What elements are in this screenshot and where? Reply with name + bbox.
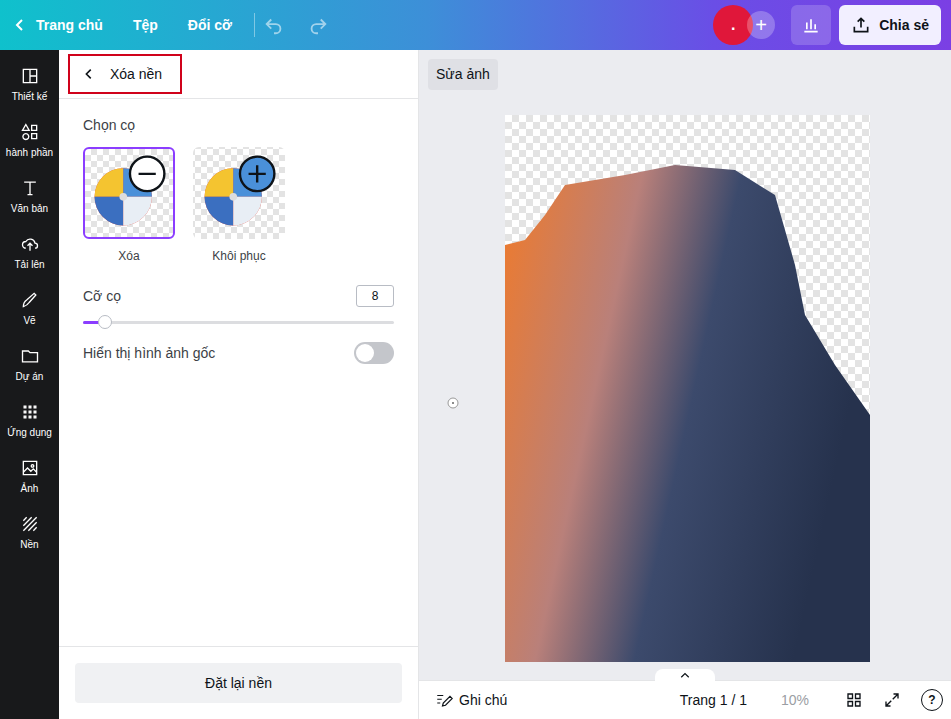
cutout-photo: [505, 115, 870, 662]
brush-size-slider[interactable]: [83, 315, 394, 330]
reset-background-button[interactable]: Đặt lại nền: [75, 663, 402, 703]
sidebar-item[interactable]: Ảnh: [0, 458, 59, 494]
redo-icon[interactable]: [307, 14, 329, 36]
brush-heading: Chọn cọ: [83, 117, 394, 133]
sidebar-item-icon: [20, 514, 40, 534]
insights-button[interactable]: [791, 5, 831, 45]
sidebar-item-icon: [20, 178, 40, 198]
notes-button[interactable]: Ghi chú: [435, 691, 507, 709]
sidebar-item[interactable]: Ứng dụng: [0, 402, 59, 438]
bottom-bar: Ghi chú Trang 1 / 1 10%?: [419, 680, 951, 719]
panel-header: Xóa nền: [59, 50, 418, 99]
sidebar-item[interactable]: Dự án: [0, 346, 59, 382]
sidebar-item-icon: [20, 346, 40, 366]
canva-editor: Trang chủTệpĐổi cỡ.+Chia sẻThiết kếhành …: [0, 0, 951, 719]
upload-icon: [851, 15, 871, 35]
zoom-level[interactable]: 10%: [781, 692, 809, 708]
sidebar-item-icon: [20, 234, 40, 254]
brush-option[interactable]: Xóa: [83, 147, 175, 263]
sidebar-item[interactable]: hành phần: [0, 122, 59, 158]
show-original-label: Hiển thị hình ảnh gốc: [83, 345, 215, 361]
help-button[interactable]: ?: [921, 689, 943, 711]
beach-ball-icon: [195, 149, 283, 237]
fullscreen-icon[interactable]: [883, 691, 901, 709]
show-original-toggle[interactable]: [354, 342, 394, 364]
photo[interactable]: [505, 115, 870, 662]
sidebar-item[interactable]: Văn bản: [0, 178, 59, 214]
top-bar: Trang chủTệpĐổi cỡ.+Chia sẻ: [0, 0, 951, 50]
sidebar: Thiết kế hành phần Văn bản Tải lên Vẽ Dự án Ứn…: [0, 50, 59, 719]
menu-button[interactable]: Đổi cỡ: [188, 17, 232, 33]
edit-photo-button[interactable]: Sửa ảnh: [428, 59, 498, 90]
expand-pages-tab[interactable]: [655, 669, 715, 681]
sidebar-item-icon: [20, 458, 40, 478]
chevron-up-icon: [679, 671, 691, 679]
sidebar-item[interactable]: Thiết kế: [0, 66, 59, 102]
sidebar-item-icon: [20, 66, 40, 86]
menu-button[interactable]: Tệp: [133, 17, 158, 33]
add-button[interactable]: +: [747, 11, 775, 39]
sidebar-item-icon: [20, 290, 40, 310]
sidebar-item[interactable]: Nền: [0, 514, 59, 550]
sidebar-item-icon: [20, 122, 40, 142]
undo-icon[interactable]: [263, 14, 285, 36]
sidebar-item[interactable]: Tải lên: [0, 234, 59, 270]
divider: [254, 13, 255, 37]
bar-chart-icon: [801, 15, 821, 35]
pencil-notes-icon: [435, 691, 453, 709]
brush-size-input[interactable]: 8: [356, 285, 394, 307]
sidebar-item-icon: [20, 402, 40, 422]
back-chevron-icon: [12, 17, 28, 33]
brush-option[interactable]: Khôi phục: [193, 147, 285, 263]
slider-thumb[interactable]: [98, 315, 112, 329]
back-chevron-icon: [82, 67, 96, 81]
sidebar-item[interactable]: Vẽ: [0, 290, 59, 326]
grid-view-icon[interactable]: [845, 691, 863, 709]
brush-size-label: Cỡ cọ: [83, 288, 121, 304]
page-indicator: Trang 1 / 1: [680, 692, 747, 708]
share-button[interactable]: Chia sẻ: [839, 5, 941, 45]
beach-ball-icon: [85, 149, 173, 237]
panel-title-highlight[interactable]: Xóa nền: [68, 54, 182, 94]
remove-background-panel: Xóa nền Chọn cọ XóaKhôi phục Cỡ cọ 8 Hiển thị…: [59, 50, 419, 719]
home-button[interactable]: Trang chủ: [12, 17, 103, 33]
canvas-area: Sửa ảnh Ghi chú Trang 1 / 1 10%?: [419, 50, 951, 719]
brush-cursor-icon: [447, 397, 459, 409]
